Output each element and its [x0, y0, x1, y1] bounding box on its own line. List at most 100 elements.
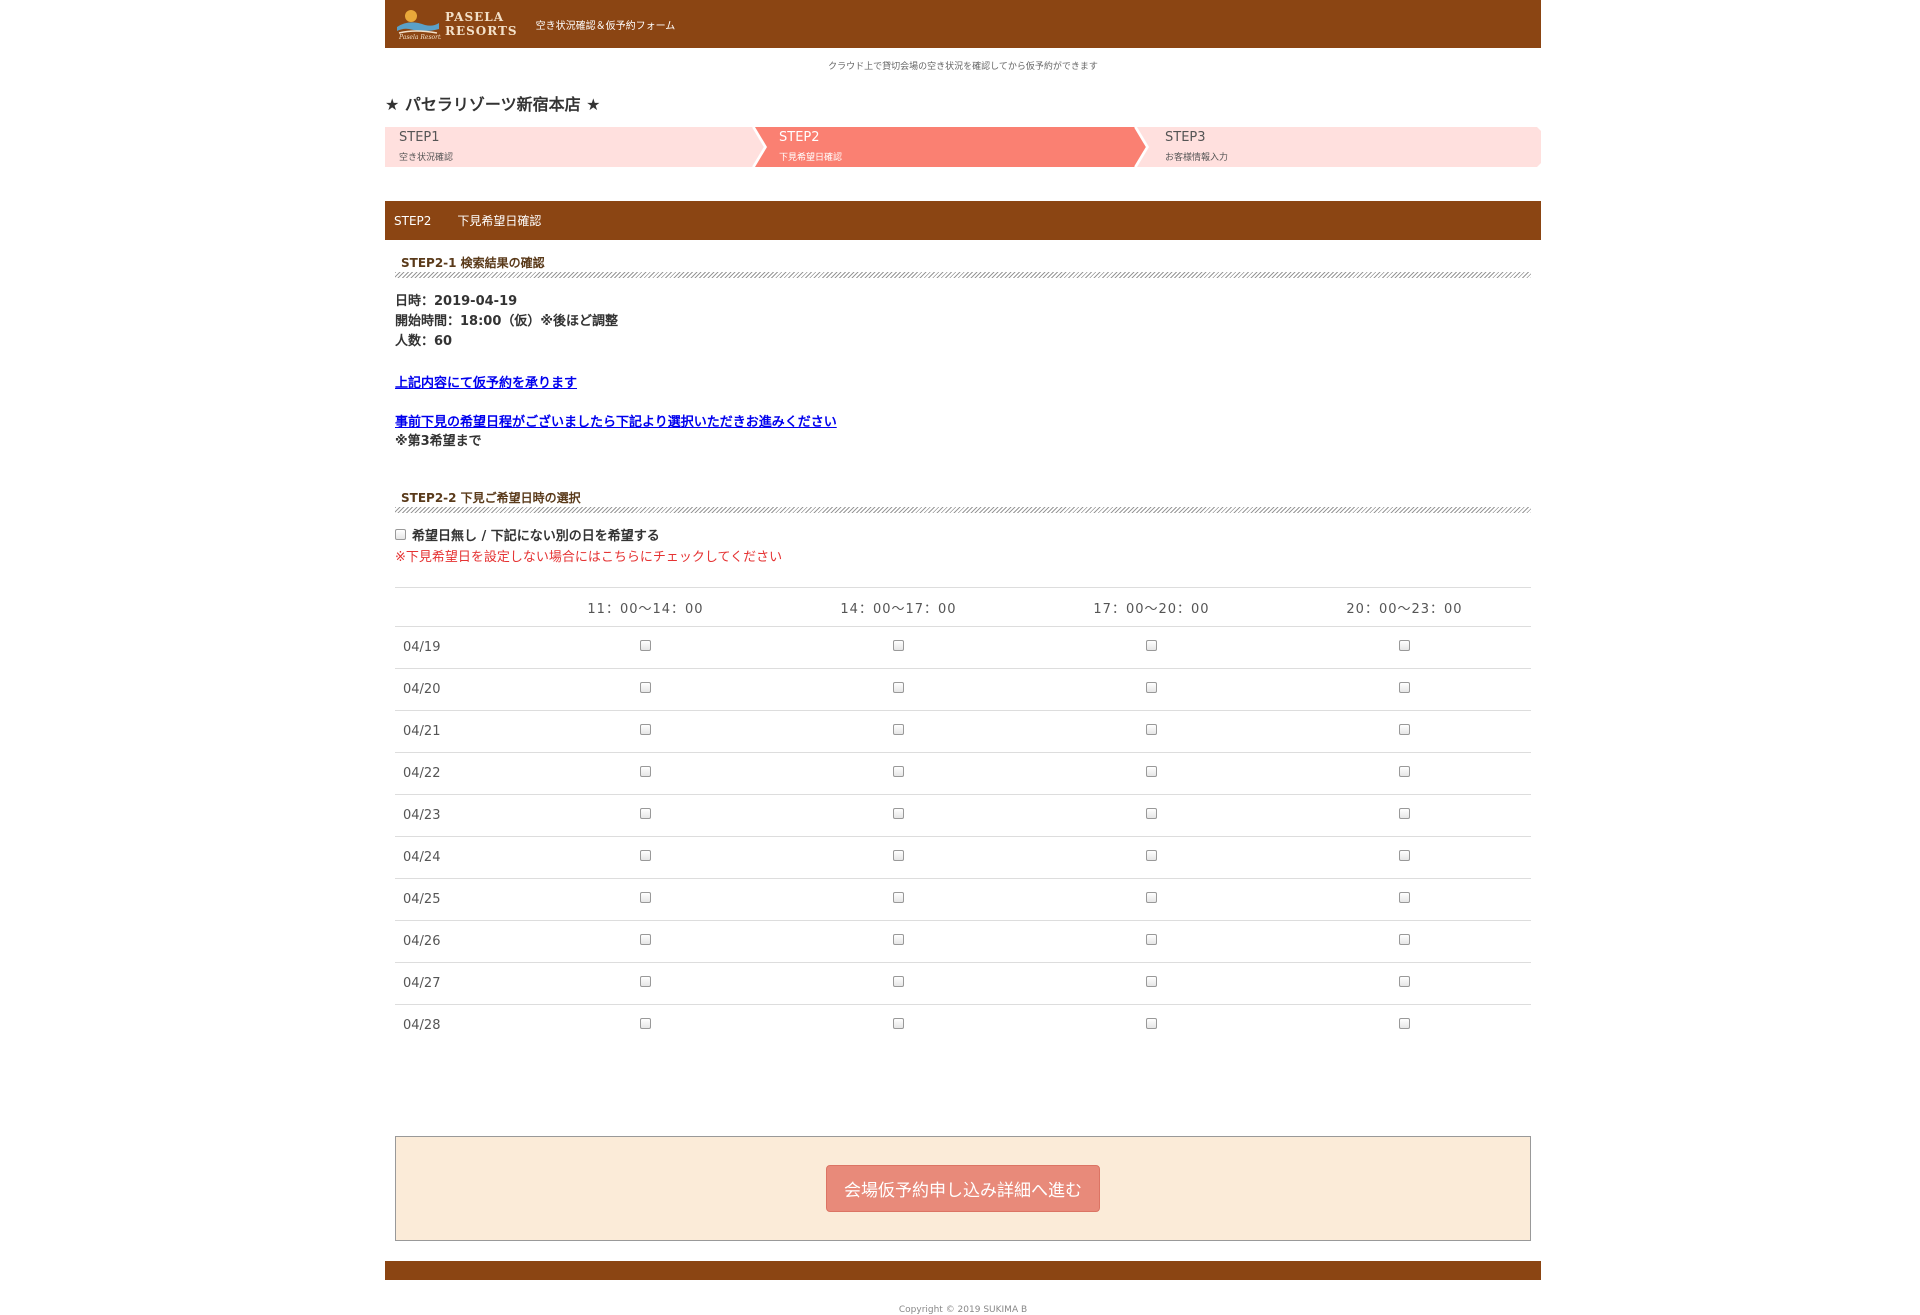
slot-checkbox[interactable] — [893, 976, 904, 987]
row-date: 04/28 — [403, 1018, 441, 1033]
slot-checkbox[interactable] — [893, 934, 904, 945]
confirm-link[interactable]: 上記内容にて仮予約を承ります — [395, 372, 577, 391]
search-result: 日時：2019-04-19 開始時間：18:00（仮）※後ほど調整 人数：60 — [395, 292, 1531, 352]
slot-checkbox[interactable] — [640, 640, 651, 651]
slot-checkbox[interactable] — [640, 850, 651, 861]
no-preference-label: 希望日無し / 下記にない別の日を希望する — [412, 529, 660, 544]
copyright: Copyright © 2019 SUKIMA B — [898, 1305, 1028, 1315]
slot-checkbox[interactable] — [1146, 1018, 1157, 1029]
slot-checkbox[interactable] — [1399, 766, 1410, 777]
step-3: STEP3 お客様情報入力 — [1151, 127, 1531, 167]
slot-checkbox[interactable] — [893, 808, 904, 819]
slot-checkbox[interactable] — [1399, 808, 1410, 819]
footer-bar — [385, 1261, 1541, 1280]
step-3-sub: お客様情報入力 — [1165, 153, 1229, 163]
svg-text:Pasela Resorts: Pasela Resorts — [398, 34, 441, 41]
viewing-preference-link[interactable]: 事前下見の希望日程がございましたら下記より選択いただきお進みください — [395, 411, 837, 430]
store-title: ★ パセラリゾーツ新宿本店 ★ — [385, 95, 601, 114]
slot-checkbox[interactable] — [1146, 808, 1157, 819]
slot-checkbox[interactable] — [640, 892, 651, 903]
step-progress: STEP1 空き状況確認 STEP2 下見希望日確認 STEP3 お客様情報入力 — [385, 127, 1541, 167]
slot-checkbox[interactable] — [1146, 724, 1157, 735]
no-preference-note: ※下見希望日を設定しない場合にはこちらにチェックしてください — [395, 550, 783, 565]
table-row: 04/23 — [395, 794, 1531, 837]
result-people: 人数：60 — [395, 334, 453, 349]
header-title: 空き状況確認＆仮予約フォーム — [535, 20, 676, 32]
section-header: STEP2 下見希望日確認 — [385, 201, 1541, 240]
slot-checkbox[interactable] — [1146, 934, 1157, 945]
step-2-active: STEP2 下見希望日確認 — [765, 127, 1135, 167]
row-date: 04/27 — [395, 962, 519, 1005]
slot-checkbox[interactable] — [1399, 976, 1410, 987]
step21-heading: STEP2-1 検索結果の確認 — [401, 256, 545, 270]
row-date: 04/19 — [395, 626, 519, 669]
brand-text: PASELA RESORTS — [445, 10, 518, 38]
no-preference-option[interactable]: 希望日無し / 下記にない別の日を希望する — [395, 525, 1531, 544]
section-content: STEP2-1 検索結果の確認 日時：2019-04-19 開始時間：18:00… — [385, 254, 1541, 1241]
slot-checkbox[interactable] — [1399, 892, 1410, 903]
slot-checkbox[interactable] — [1399, 682, 1410, 693]
slot-checkbox[interactable] — [1146, 976, 1157, 987]
slot-checkbox[interactable] — [893, 850, 904, 861]
step-1: STEP1 空き状況確認 — [385, 127, 753, 167]
pasela-logo-icon: Pasela Resorts — [397, 10, 441, 41]
row-date: 04/21 — [395, 710, 519, 753]
slot-checkbox[interactable] — [640, 682, 651, 693]
table-row: 04/25 — [395, 878, 1531, 921]
slot-checkbox[interactable] — [1399, 850, 1410, 861]
row-date: 04/20 — [395, 668, 519, 711]
row-date: 04/22 — [395, 752, 519, 795]
result-time: 開始時間：18:00（仮）※後ほど調整 — [395, 314, 619, 329]
slot-checkbox[interactable] — [893, 640, 904, 651]
date-column-header — [395, 587, 519, 627]
submit-area: 会場仮予約申し込み詳細へ進む — [395, 1136, 1531, 1241]
page-container: Pasela Resorts PASELA RESORTS 空き状況確認＆仮予約… — [385, 0, 1541, 1315]
step-2-sub: 下見希望日確認 — [779, 153, 843, 163]
slot-checkbox[interactable] — [640, 766, 651, 777]
slot-checkbox[interactable] — [1399, 934, 1410, 945]
slot-checkbox[interactable] — [1146, 766, 1157, 777]
step-2-label: STEP2 — [779, 130, 820, 145]
slot-header: 14：00〜17：00 — [772, 587, 1025, 627]
slot-checkbox[interactable] — [640, 976, 651, 987]
preference-note: ※第3希望まで — [395, 434, 482, 449]
slot-header: 11：00〜14：00 — [519, 587, 772, 627]
slot-checkbox[interactable] — [1146, 640, 1157, 651]
slot-checkbox[interactable] — [1399, 1018, 1410, 1029]
table-row: 04/24 — [395, 836, 1531, 879]
no-preference-checkbox[interactable] — [395, 529, 406, 540]
slot-checkbox[interactable] — [893, 1018, 904, 1029]
site-header: Pasela Resorts PASELA RESORTS 空き状況確認＆仮予約… — [385, 0, 1541, 48]
brand-line2: RESORTS — [445, 24, 518, 38]
slot-checkbox[interactable] — [640, 808, 651, 819]
step-1-sub: 空き状況確認 — [399, 153, 454, 163]
viewing-schedule-table: 11：00〜14：00 14：00〜17：00 17：00〜20：00 20：0… — [395, 587, 1531, 1046]
table-header-row: 11：00〜14：00 14：00〜17：00 17：00〜20：00 20：0… — [395, 587, 1531, 627]
section-title: 下見希望日確認 — [457, 214, 542, 228]
brand-logo[interactable]: Pasela Resorts PASELA RESORTS — [395, 7, 518, 41]
slot-checkbox[interactable] — [893, 766, 904, 777]
row-date: 04/26 — [395, 920, 519, 963]
row-date: 04/23 — [395, 794, 519, 837]
slot-checkbox[interactable] — [893, 892, 904, 903]
slot-header: 17：00〜20：00 — [1025, 587, 1278, 627]
slot-checkbox[interactable] — [1146, 892, 1157, 903]
schedule-body: 04/19 04/20 04/21 04/22 04/23 04/24 04/2… — [395, 626, 1531, 1047]
slot-checkbox[interactable] — [640, 934, 651, 945]
section-step: STEP2 — [394, 213, 432, 228]
divider — [395, 272, 1531, 278]
step22-heading: STEP2-2 下見ご希望日時の選択 — [401, 491, 581, 505]
slot-header: 20：00〜23：00 — [1278, 587, 1531, 627]
slot-checkbox[interactable] — [1399, 640, 1410, 651]
slot-checkbox[interactable] — [893, 682, 904, 693]
slot-checkbox[interactable] — [1399, 724, 1410, 735]
step-3-label: STEP3 — [1165, 130, 1206, 145]
slot-checkbox[interactable] — [640, 1018, 651, 1029]
table-row: 04/22 — [395, 752, 1531, 795]
slot-checkbox[interactable] — [1146, 682, 1157, 693]
slot-checkbox[interactable] — [640, 724, 651, 735]
proceed-button[interactable]: 会場仮予約申し込み詳細へ進む — [826, 1165, 1100, 1212]
brand-line1: PASELA — [445, 10, 505, 24]
slot-checkbox[interactable] — [893, 724, 904, 735]
slot-checkbox[interactable] — [1146, 850, 1157, 861]
